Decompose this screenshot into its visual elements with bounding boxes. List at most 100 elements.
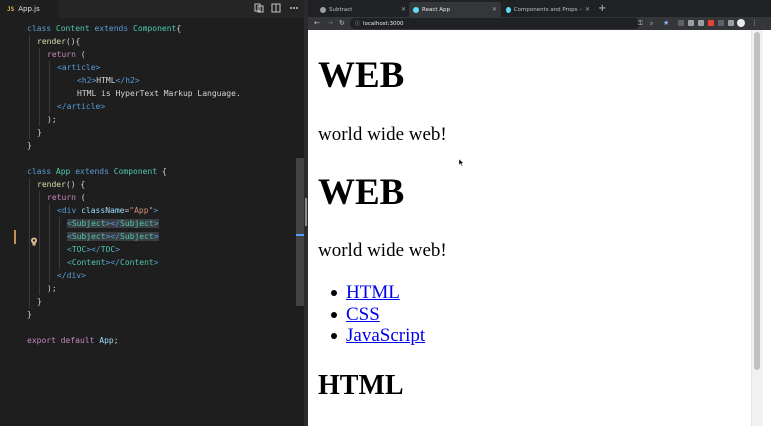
more-actions-icon[interactable] xyxy=(288,3,299,14)
toc-link-html[interactable]: HTML xyxy=(346,282,400,304)
code-line[interactable]: <div className="App"> xyxy=(57,204,158,217)
code-line[interactable]: render() { xyxy=(37,178,85,191)
indent-guide xyxy=(59,217,60,269)
code-token: render xyxy=(37,37,66,46)
zoom-icon[interactable]: ⌕ xyxy=(650,18,653,29)
code-token: h2 xyxy=(125,76,135,85)
code-line[interactable]: return ( xyxy=(47,48,86,61)
profile-avatar[interactable] xyxy=(737,19,745,27)
bullet xyxy=(331,290,337,296)
extension-icon[interactable] xyxy=(698,20,704,26)
code-token: App xyxy=(55,167,71,176)
extension-icon[interactable] xyxy=(688,20,694,26)
extension-icon[interactable] xyxy=(708,20,714,26)
address-bar[interactable]: ⓘ localhost:3000 xyxy=(350,18,640,29)
browser-tab-react-app[interactable]: React App ✕ xyxy=(409,2,501,17)
tab-favicon-icon xyxy=(320,6,326,13)
code-line[interactable]: HTML is HyperText Markup Language. xyxy=(77,87,241,100)
extension-icon[interactable] xyxy=(678,20,684,26)
code-line[interactable]: <TOC></TOC> xyxy=(67,243,120,256)
code-line[interactable]: render(){ xyxy=(37,35,80,48)
indent-guide xyxy=(49,204,50,282)
react-favicon-icon xyxy=(413,6,419,13)
page-subtitle-1: world wide web! xyxy=(318,124,447,145)
url-text: localhost:3000 xyxy=(363,20,404,27)
code-token: ; xyxy=(113,336,119,345)
browser-tab-components-props[interactable]: Components and Props – React ✕ xyxy=(502,2,594,17)
editor-tab-app-js[interactable]: JS App.js xyxy=(0,0,58,18)
code-token: > xyxy=(153,206,159,215)
indent-guide xyxy=(39,191,40,295)
close-tab-icon[interactable]: ✕ xyxy=(401,6,406,13)
close-tab-icon[interactable]: ✕ xyxy=(585,6,590,13)
code-token: div xyxy=(66,271,82,280)
bullet xyxy=(331,312,337,318)
splitter-grip[interactable] xyxy=(305,198,307,226)
code-line[interactable]: class Content extends Component{ xyxy=(27,22,181,35)
code-token: } xyxy=(27,310,32,319)
code-line[interactable]: return ( xyxy=(47,191,86,204)
code-line[interactable]: <Subject></Subject> xyxy=(67,230,159,243)
code-token: return xyxy=(47,193,76,202)
code-line[interactable]: export default App; xyxy=(27,334,119,347)
code-line[interactable]: } xyxy=(27,308,32,321)
page-scrollbar-thumb[interactable] xyxy=(754,32,760,370)
extension-icon[interactable] xyxy=(718,20,724,26)
back-icon[interactable]: ← xyxy=(314,18,320,29)
code-token: > xyxy=(95,63,101,72)
close-tab-icon[interactable]: ✕ xyxy=(492,6,497,13)
code-token: { xyxy=(176,24,182,33)
split-editor-icon[interactable] xyxy=(270,3,281,14)
lightbulb-icon[interactable] xyxy=(30,231,38,246)
toc-item: CSS xyxy=(331,304,380,326)
code-line[interactable]: </div> xyxy=(57,269,86,282)
new-tab-button[interactable]: + xyxy=(598,2,606,16)
code-line[interactable]: </article> xyxy=(57,100,105,113)
code-token: Subject xyxy=(120,219,154,228)
code-token: ></ xyxy=(105,219,120,228)
code-line[interactable]: class App extends Component { xyxy=(27,165,167,178)
code-token: > xyxy=(100,102,106,111)
toc-item: JavaScript xyxy=(331,325,425,347)
code-token: HTML xyxy=(96,76,116,85)
code-line[interactable]: } xyxy=(27,139,32,152)
code-line[interactable]: } xyxy=(37,295,42,308)
code-token: extends xyxy=(75,167,109,176)
code-line[interactable]: ); xyxy=(47,113,57,126)
code-token: } xyxy=(37,297,42,306)
code-token: ( xyxy=(75,193,86,202)
toc-link-css[interactable]: CSS xyxy=(346,304,380,326)
extension-icon[interactable] xyxy=(728,20,734,26)
code-editor[interactable]: JS App.js class Content extends Componen… xyxy=(0,0,306,426)
toc-item: HTML xyxy=(331,282,400,304)
site-info-icon[interactable]: ⓘ xyxy=(355,20,360,27)
git-modified-marker xyxy=(14,230,16,244)
code-token: div xyxy=(61,206,77,215)
code-line[interactable]: } xyxy=(37,126,42,139)
toc-link-javascript[interactable]: JavaScript xyxy=(346,325,425,347)
code-token: Content xyxy=(55,24,90,33)
code-token: default xyxy=(60,336,95,345)
code-token: Subject xyxy=(71,232,106,241)
code-token: </ xyxy=(57,102,67,111)
key-icon[interactable]: ⚿ xyxy=(638,18,643,29)
code-token: > xyxy=(153,232,159,241)
forward-icon[interactable]: → xyxy=(327,18,333,29)
browser-tab-strip: Subtract ✕ React App ✕ Components and Pr… xyxy=(308,0,771,17)
code-token: () { xyxy=(65,180,86,189)
editor-tab-bar: JS App.js xyxy=(0,0,306,18)
code-line[interactable]: <article> xyxy=(57,61,100,74)
browser-menu-icon[interactable]: ⋮ xyxy=(751,18,758,29)
indent-guide xyxy=(49,61,50,113)
browser-tab-subtract[interactable]: Subtract ✕ xyxy=(316,2,410,17)
reload-icon[interactable]: ↻ xyxy=(339,18,345,29)
code-line[interactable]: <Content></Content> xyxy=(67,256,159,269)
compare-changes-icon[interactable] xyxy=(253,3,264,14)
code-token: ></ xyxy=(105,258,120,267)
indent-guide xyxy=(29,35,30,139)
code-line[interactable]: <Subject></Subject> xyxy=(67,217,159,230)
editor-scrollbar[interactable] xyxy=(296,158,304,306)
code-line[interactable]: <h2>HTML</h2> xyxy=(77,74,140,87)
bookmark-star-icon[interactable]: ★ xyxy=(663,18,669,29)
code-line[interactable]: ); xyxy=(47,282,57,295)
